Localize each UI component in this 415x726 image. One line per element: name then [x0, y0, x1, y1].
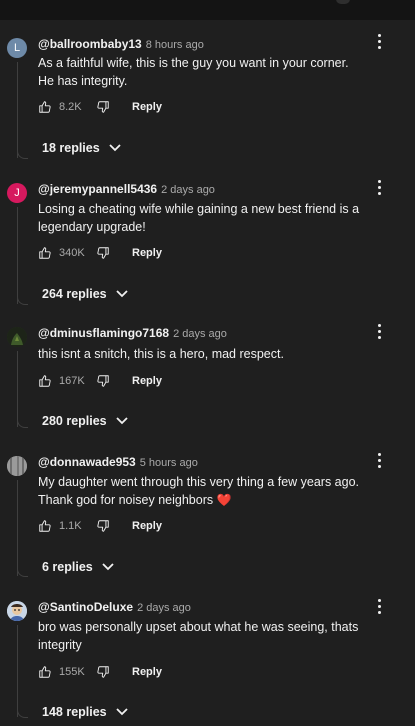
- avatar-image: [7, 327, 27, 347]
- thread-line: [17, 351, 18, 427]
- timestamp[interactable]: 2 days ago: [173, 328, 227, 340]
- like-icon[interactable]: [38, 519, 52, 533]
- thread-line: [17, 625, 18, 717]
- like-icon[interactable]: [38, 665, 52, 679]
- like-count: 340K: [59, 247, 85, 259]
- more-options-icon[interactable]: [376, 453, 384, 469]
- comment-text-body: My daughter went through this very thing…: [38, 475, 360, 507]
- dislike-icon[interactable]: [96, 519, 110, 533]
- author-name[interactable]: @ballroombaby13: [38, 37, 142, 51]
- avatar[interactable]: [7, 456, 27, 476]
- comment-text: My daughter went through this very thing…: [38, 473, 368, 509]
- author-name[interactable]: @jeremypannell5436: [38, 182, 157, 196]
- avatar-image: [7, 456, 27, 476]
- comment-text: Losing a cheating wife while gaining a n…: [38, 202, 360, 234]
- replies-count: 280 replies: [42, 414, 107, 428]
- thread-line: [17, 62, 18, 158]
- dislike-icon[interactable]: [96, 100, 110, 114]
- reply-button[interactable]: Reply: [132, 375, 162, 387]
- chevron-down-icon: [116, 417, 128, 425]
- like-count: 167K: [59, 375, 85, 387]
- replies-count: 6 replies: [42, 560, 93, 574]
- timestamp[interactable]: 8 hours ago: [146, 39, 204, 51]
- thread-line: [17, 207, 18, 304]
- reply-button[interactable]: Reply: [132, 247, 162, 259]
- comment-actions: 155K Reply: [38, 664, 162, 680]
- dislike-icon[interactable]: [96, 665, 110, 679]
- more-options-icon[interactable]: [376, 599, 384, 615]
- chevron-down-icon: [116, 708, 128, 716]
- timestamp[interactable]: 5 hours ago: [140, 457, 198, 469]
- replies-count: 18 replies: [42, 141, 100, 155]
- avatar-letter: L: [13, 42, 21, 54]
- chevron-down-icon: [109, 144, 121, 152]
- more-options-icon[interactable]: [376, 34, 384, 50]
- comment-header: @dminusflamingo7168 2 days ago: [38, 324, 227, 342]
- reply-button[interactable]: Reply: [132, 666, 162, 678]
- comment-text: As a faithful wife, this is the guy you …: [38, 56, 349, 88]
- view-replies-button[interactable]: 148 replies: [42, 705, 129, 719]
- avatar[interactable]: [7, 327, 27, 347]
- top-bar: [0, 0, 415, 20]
- comment-header: @SantinoDeluxe 2 days ago: [38, 598, 191, 616]
- author-name[interactable]: @donnawade953: [38, 455, 136, 469]
- author-name[interactable]: @dminusflamingo7168: [38, 326, 169, 340]
- comment-actions: 167K Reply: [38, 373, 162, 389]
- like-icon[interactable]: [38, 100, 52, 114]
- author-name[interactable]: @SantinoDeluxe: [38, 600, 133, 614]
- more-options-icon[interactable]: [376, 180, 384, 196]
- chevron-down-icon: [102, 563, 114, 571]
- avatar[interactable]: [7, 601, 27, 621]
- like-count: 8.2K: [59, 101, 82, 113]
- view-replies-button[interactable]: 6 replies: [42, 560, 115, 574]
- replies-count: 148 replies: [42, 705, 107, 719]
- dislike-icon[interactable]: [96, 246, 110, 260]
- avatar[interactable]: L: [7, 38, 27, 58]
- thread-connector: [17, 566, 28, 577]
- comment-actions: 1.1K Reply: [38, 518, 162, 534]
- avatar-letter: J: [14, 187, 20, 199]
- thread-connector: [17, 417, 28, 428]
- thread-connector: [17, 707, 28, 718]
- avatar[interactable]: J: [7, 183, 27, 203]
- comment-actions: 340K Reply: [38, 245, 162, 261]
- heart-emoji: ❤️: [216, 493, 232, 507]
- view-replies-button[interactable]: 280 replies: [42, 414, 129, 428]
- top-bar-edge: [336, 0, 350, 4]
- thread-connector: [17, 148, 28, 159]
- comment-header: @ballroombaby13 8 hours ago: [38, 35, 204, 53]
- thread-connector: [17, 294, 28, 305]
- view-replies-button[interactable]: 18 replies: [42, 141, 122, 155]
- chevron-down-icon: [116, 290, 128, 298]
- timestamp[interactable]: 2 days ago: [161, 184, 215, 196]
- reply-button[interactable]: Reply: [132, 520, 162, 532]
- comment-text: this isnt a snitch, this is a hero, mad …: [38, 347, 284, 361]
- like-icon[interactable]: [38, 374, 52, 388]
- like-icon[interactable]: [38, 246, 52, 260]
- like-count: 1.1K: [59, 520, 82, 532]
- avatar-image: [7, 601, 27, 621]
- more-options-icon[interactable]: [376, 324, 384, 340]
- comment-actions: 8.2K Reply: [38, 99, 162, 115]
- dislike-icon[interactable]: [96, 374, 110, 388]
- view-replies-button[interactable]: 264 replies: [42, 287, 129, 301]
- timestamp[interactable]: 2 days ago: [137, 602, 191, 614]
- comment-text: bro was personally upset about what he w…: [38, 620, 359, 652]
- like-count: 155K: [59, 666, 85, 678]
- reply-button[interactable]: Reply: [132, 101, 162, 113]
- thread-line: [17, 480, 18, 576]
- comment-header: @donnawade953 5 hours ago: [38, 453, 198, 471]
- comment-header: @jeremypannell5436 2 days ago: [38, 180, 215, 198]
- replies-count: 264 replies: [42, 287, 107, 301]
